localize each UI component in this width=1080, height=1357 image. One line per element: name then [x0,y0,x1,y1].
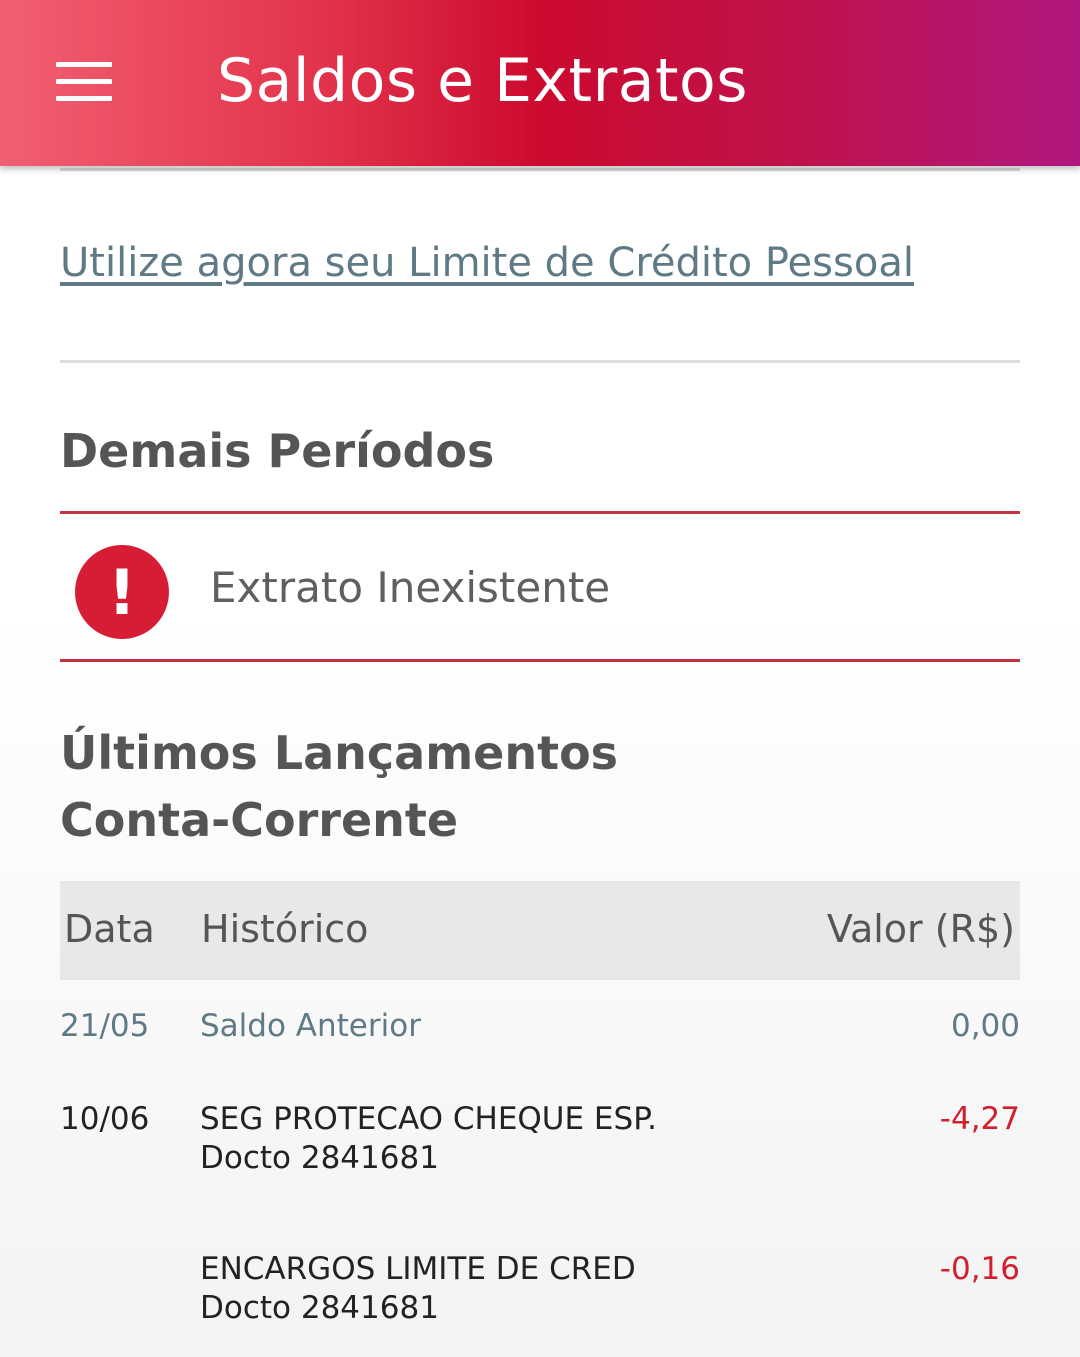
app-bar: Saldos e Extratos [0,0,1080,166]
column-header-date: Data [64,907,155,951]
row-value: -0,16 [939,1251,1020,1287]
divider [60,168,1020,171]
credit-limit-link[interactable]: Utilize agora seu Limite de Crédito Pess… [60,240,914,286]
account-type-title: Conta-Corrente [60,793,459,847]
row-document: Docto 2841681 [200,1140,439,1176]
column-header-history: Histórico [201,907,369,951]
row-description: SEG PROTECAO CHEQUE ESP. [200,1101,657,1137]
alert-bottom-border [60,659,1020,662]
page-title: Saldos e Extratos [217,46,749,116]
row-description: Saldo Anterior [200,1008,421,1044]
row-document: Docto 2841681 [200,1290,439,1326]
divider [60,360,1020,363]
alert-message: Extrato Inexistente [210,563,611,612]
row-description: ENCARGOS LIMITE DE CRED [200,1251,636,1287]
row-value: 0,00 [950,1008,1020,1044]
latest-entries-title: Últimos Lançamentos [60,726,619,780]
row-date: 21/05 [60,1008,150,1044]
other-periods-title: Demais Períodos [60,424,495,478]
table-header: Data Histórico Valor (R$) [60,881,1020,980]
row-date: 10/06 [60,1101,150,1137]
column-header-value: Valor (R$) [826,907,1015,951]
alert-top-border [60,511,1020,514]
exclamation-icon: ! [75,545,169,639]
row-value: -4,27 [939,1101,1020,1137]
hamburger-menu-icon[interactable] [56,62,112,102]
